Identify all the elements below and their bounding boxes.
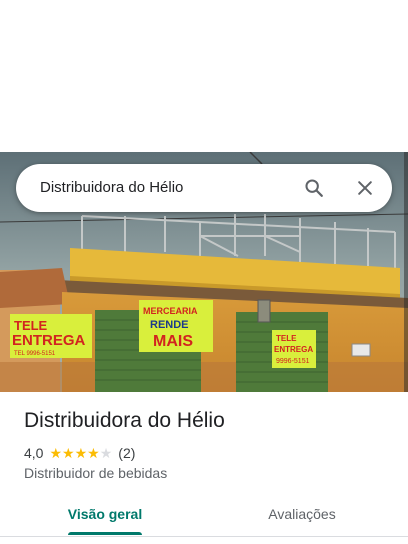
tab-reviews[interactable]: Avaliações: [240, 492, 364, 536]
svg-text:TEL 9996-5151: TEL 9996-5151: [14, 351, 56, 357]
svg-text:ENTREGA: ENTREGA: [12, 332, 86, 349]
search-icon: [305, 179, 323, 197]
tab-overview[interactable]: Visão geral: [46, 492, 164, 536]
rating-value: 4,0: [24, 445, 44, 461]
review-count[interactable]: (2): [118, 445, 135, 461]
place-category[interactable]: Distribuidor de bebidas: [24, 465, 167, 481]
place-title: Distribuidora do Hélio: [24, 409, 225, 432]
svg-text:ENTREGA: ENTREGA: [274, 345, 313, 354]
star-filled-icon: ★: [49, 445, 63, 461]
rating-row[interactable]: 4,0 ★ ★ ★ ★ ★ (2): [24, 444, 135, 462]
svg-text:TELE: TELE: [276, 334, 297, 343]
star-filled-icon: ★: [87, 445, 100, 461]
sign-tele-entrega-left: TELE ENTREGA TEL 9996-5151: [10, 314, 92, 358]
tab-bar: Visão geral Avaliações: [0, 492, 408, 536]
search-button[interactable]: [298, 172, 330, 204]
star-filled-icon: ★: [74, 445, 88, 461]
svg-text:9996-5151: 9996-5151: [276, 358, 310, 365]
search-input[interactable]: Distribuidora do Hélio: [40, 179, 183, 196]
svg-text:MERCEARIA: MERCEARIA: [143, 306, 198, 316]
clear-search-button[interactable]: [349, 172, 381, 204]
star-filled-icon: ★: [62, 445, 75, 461]
active-tab-indicator: [68, 532, 142, 535]
tabs-divider: [0, 536, 408, 537]
star-rating: ★ ★ ★ ★ ★: [49, 446, 112, 460]
search-bar[interactable]: Distribuidora do Hélio: [16, 164, 392, 212]
svg-text:TELE: TELE: [14, 318, 48, 333]
close-icon: [358, 181, 372, 195]
svg-text:MAIS: MAIS: [153, 333, 193, 350]
blank-header-area: [0, 0, 408, 152]
svg-text:RENDE: RENDE: [150, 319, 189, 331]
sign-mercearia-rende-mais: MERCEARIA RENDE MAIS: [139, 300, 213, 352]
sign-tele-entrega-right: TELE ENTREGA 9996-5151: [272, 330, 316, 368]
star-empty-icon: ★: [99, 445, 113, 461]
